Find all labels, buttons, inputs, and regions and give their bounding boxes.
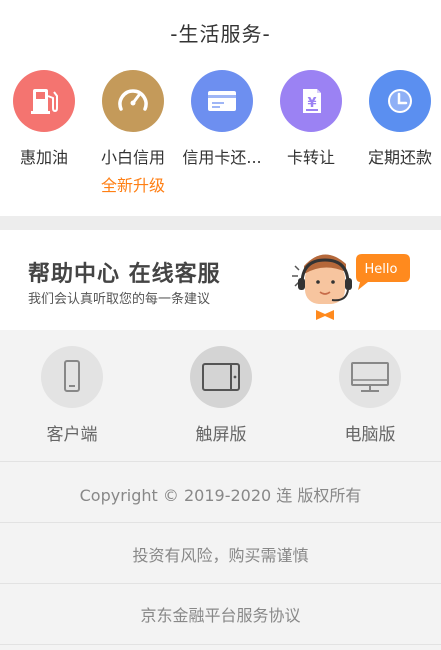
svg-text:¥: ¥	[307, 96, 316, 111]
footer-divider	[0, 522, 441, 523]
platform-label: 触屏版	[195, 425, 247, 445]
platform-client[interactable]: 客户端	[12, 346, 132, 445]
service-badge-upgrade: 全新升级	[100, 176, 165, 195]
platform-desktop[interactable]: 电脑版	[310, 346, 430, 445]
service-fuel[interactable]: 惠加油	[0, 70, 89, 168]
footer-divider	[0, 461, 441, 462]
help-title: 帮助中心 在线客服	[28, 262, 221, 287]
service-label: 卡转让	[286, 148, 335, 167]
platform-links: 客户端 触屏版 电脑版	[0, 346, 441, 446]
service-label: 信用卡还...	[182, 148, 262, 167]
service-card-transfer[interactable]: ¥ 卡转让	[266, 70, 356, 168]
service-label: 小白信用	[100, 148, 165, 167]
section-divider	[0, 216, 441, 230]
gauge-icon	[102, 70, 164, 132]
platform-label: 电脑版	[344, 425, 396, 445]
service-scheduled-repay[interactable]: 定期还款	[355, 70, 441, 168]
fuel-pump-icon	[13, 70, 75, 132]
footer-divider	[0, 583, 441, 584]
help-center-banner[interactable]: 帮助中心 在线客服 我们会认真听取您的每一条建议 Hello	[0, 230, 441, 330]
service-label: 定期还款	[367, 148, 432, 167]
phone-icon	[41, 346, 103, 408]
support-agent-illustration: Hello	[288, 240, 418, 326]
desktop-icon	[339, 346, 401, 408]
service-agreement-link[interactable]: 京东金融平台服务协议	[0, 602, 441, 626]
footer-divider	[0, 644, 441, 645]
service-credit-card-repay[interactable]: 信用卡还...	[177, 70, 267, 168]
yen-card-icon: ¥	[280, 70, 342, 132]
credit-card-icon	[191, 70, 253, 132]
footer-area: 客户端 触屏版 电脑版 Copyright © 2019-2020 连 版权所有…	[0, 330, 441, 650]
section-title: -生活服务-	[170, 22, 271, 46]
hello-bubble-text: Hello	[365, 262, 398, 277]
clock-icon	[369, 70, 431, 132]
tablet-icon	[190, 346, 252, 408]
service-credit-score[interactable]: 小白信用 全新升级	[88, 70, 178, 196]
copyright-text: Copyright © 2019-2020 连 版权所有	[79, 486, 362, 505]
service-label: 惠加油	[19, 148, 68, 167]
services-row: 惠加油 小白信用 全新升级 信用卡还... ¥ 卡转让 定期还款	[0, 70, 441, 200]
help-subtitle: 我们会认真听取您的每一条建议	[28, 292, 211, 307]
platform-label: 客户端	[46, 425, 98, 445]
risk-warning-link[interactable]: 投资有风险，购买需谨慎	[0, 542, 441, 566]
platform-touch[interactable]: 触屏版	[161, 346, 281, 445]
